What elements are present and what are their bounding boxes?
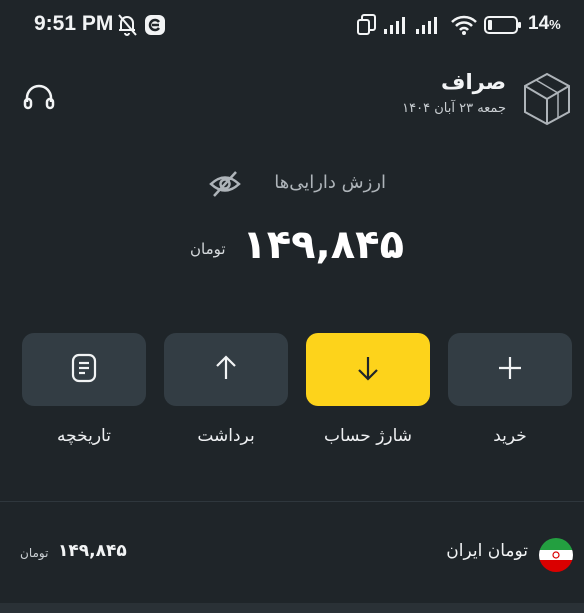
arrow-up-icon <box>212 353 240 387</box>
balance-amount: ۱۴۹,۸۴۵ <box>242 222 404 268</box>
mute-bell-icon <box>116 13 138 41</box>
support-button[interactable] <box>22 82 56 118</box>
dual-screen-icon <box>356 13 378 41</box>
headset-icon <box>22 84 56 118</box>
divider <box>0 501 584 502</box>
iran-flag-icon <box>539 538 573 572</box>
wifi-icon <box>450 13 478 41</box>
battery-icon <box>484 13 524 41</box>
header-date: جمعه ۲۳ آبان ۱۴۰۴ <box>402 101 506 116</box>
asset-name: تومان ایران <box>446 541 528 561</box>
asset-value: ۱۴۹,۸۴۵ <box>58 541 127 561</box>
asset-unit: تومان <box>20 546 49 560</box>
eye-off-icon <box>208 171 242 203</box>
bottom-strip <box>0 603 584 613</box>
status-bar: 9:51 PM 14% <box>0 0 584 52</box>
arrow-down-icon <box>354 353 382 387</box>
history-label: تاریخچه <box>57 426 111 446</box>
battery-level: 14% <box>528 13 561 34</box>
plus-icon <box>496 354 524 386</box>
balance-label: ارزش دارایی‌ها <box>274 172 386 193</box>
app-notification-icon <box>144 13 166 41</box>
balance-unit: تومان <box>190 240 226 258</box>
deposit-label: شارژ حساب <box>323 426 413 446</box>
withdraw-label: برداشت <box>197 426 255 446</box>
signal-icon <box>383 13 411 41</box>
withdraw-button[interactable] <box>164 333 288 406</box>
signal-icon <box>415 13 443 41</box>
app-title: صراف <box>441 70 506 94</box>
toggle-balance-visibility[interactable] <box>208 169 242 203</box>
buy-label: خرید <box>493 426 527 446</box>
history-button[interactable] <box>22 333 146 406</box>
deposit-button[interactable] <box>306 333 430 406</box>
status-time: 9:51 PM <box>34 12 114 35</box>
document-icon <box>69 352 99 388</box>
buy-button[interactable] <box>448 333 572 406</box>
cube-logo-icon <box>522 72 572 130</box>
